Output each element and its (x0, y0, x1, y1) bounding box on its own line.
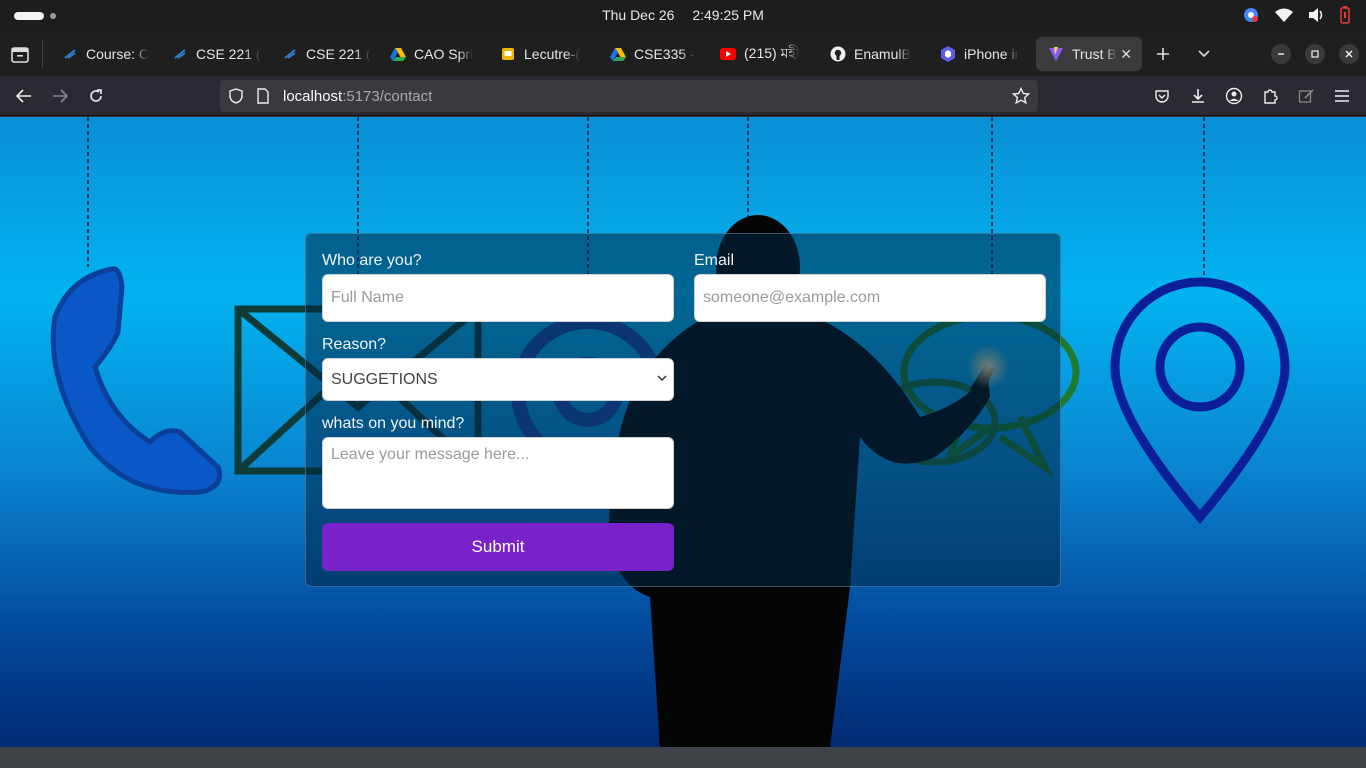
tab-cse335[interactable]: CSE335 - (598, 37, 708, 71)
submit-button[interactable]: Submit (322, 523, 674, 571)
downloads-icon[interactable] (1186, 84, 1210, 108)
navigation-toolbar: localhost:5173/contact (0, 76, 1366, 116)
tab-label: iPhone ir (964, 46, 1020, 62)
course-icon (62, 46, 78, 62)
back-arrow-icon[interactable] (12, 84, 36, 108)
reason-select[interactable]: SUGGETIONS (322, 358, 674, 401)
clock-date: Thu Dec 26 (602, 7, 675, 23)
course-icon (172, 46, 188, 62)
email-label: Email (694, 252, 735, 269)
volume-icon[interactable] (1308, 7, 1326, 23)
tab-label: CAO Spri (414, 46, 474, 62)
tab-youtube[interactable]: (215) মহী (708, 37, 818, 71)
reason-selected-value: SUGGETIONS (331, 370, 438, 388)
google-drive-icon (390, 46, 406, 62)
tab-label: (215) মহী (744, 45, 800, 61)
tab-label: Lecutre-( (524, 46, 581, 62)
youtube-icon (720, 46, 736, 62)
message-label: whats on you mind? (322, 415, 465, 432)
extensions-puzzle-icon[interactable] (1258, 84, 1282, 108)
message-textarea[interactable] (322, 437, 674, 509)
battery-icon[interactable] (1340, 6, 1350, 24)
hexagon-icon (940, 46, 956, 62)
system-clock[interactable]: Thu Dec 26 2:49:25 PM (0, 7, 1366, 23)
forward-arrow-icon[interactable] (48, 84, 72, 108)
email-input[interactable] (694, 274, 1046, 322)
google-drive-icon (610, 46, 626, 62)
maximize-window-icon[interactable] (1305, 44, 1325, 64)
tab-github[interactable]: EnamulB (818, 37, 928, 71)
hamburger-menu-icon[interactable] (1330, 84, 1354, 108)
name-label: Who are you? (322, 252, 422, 269)
reason-label: Reason? (322, 336, 387, 353)
tab-label: CSE335 - (634, 46, 695, 62)
account-icon[interactable] (1222, 84, 1246, 108)
contact-page: Who are you? Email Reason? SUGGETIONS wh… (0, 117, 1366, 747)
tab-course[interactable]: Course: C (50, 37, 156, 71)
contact-form-card: Who are you? Email Reason? SUGGETIONS wh… (305, 233, 1061, 587)
system-top-bar: Thu Dec 26 2:49:25 PM (0, 0, 1366, 32)
url-text[interactable]: localhost:5173/contact (283, 88, 432, 105)
phone-handset-icon (50, 266, 222, 495)
close-tab-icon[interactable]: ✕ (1120, 46, 1132, 63)
system-tray[interactable] (1242, 6, 1350, 24)
address-bar[interactable]: localhost:5173/contact (220, 80, 1038, 112)
tab-lecture[interactable]: Lecutre-( (488, 37, 598, 71)
close-window-icon[interactable] (1339, 44, 1359, 64)
browser-tab-strip: Course: C CSE 221 ( CSE 221 ( CAO Spri L… (0, 32, 1366, 76)
tracking-shield-icon[interactable] (228, 88, 244, 104)
clock-time: 2:49:25 PM (692, 7, 764, 23)
window-bottom-edge (0, 747, 1366, 768)
minimize-window-icon[interactable] (1271, 44, 1291, 64)
github-icon (830, 46, 846, 62)
vite-icon (1048, 46, 1064, 62)
firefox-view-icon[interactable] (8, 42, 32, 66)
tab-strip-separator (42, 40, 43, 68)
list-tabs-chevron-down-icon[interactable] (1192, 42, 1216, 66)
tab-cse221-a[interactable]: CSE 221 ( (160, 37, 266, 71)
bookmark-star-icon[interactable] (1012, 87, 1030, 105)
course-icon (282, 46, 298, 62)
page-info-icon[interactable] (256, 88, 270, 104)
tab-label: CSE 221 ( (306, 46, 371, 62)
location-pin-icon (1110, 277, 1290, 524)
tab-label: Trust B (1072, 46, 1117, 62)
pocket-icon[interactable] (1150, 84, 1174, 108)
full-name-input[interactable] (322, 274, 674, 322)
url-host: localhost (283, 88, 343, 105)
edit-pencil-icon[interactable] (1294, 84, 1318, 108)
tab-label: Course: C (86, 46, 150, 62)
chevron-down-icon (657, 375, 667, 382)
new-tab-icon[interactable] (1151, 42, 1175, 66)
google-slides-icon (500, 46, 516, 62)
tab-cse221-b[interactable]: CSE 221 ( (270, 37, 376, 71)
tab-label: EnamulB (854, 46, 911, 62)
chrome-profile-icon[interactable] (1242, 6, 1260, 24)
tab-label: CSE 221 ( (196, 46, 261, 62)
reload-icon[interactable] (84, 84, 108, 108)
tab-cao-spring[interactable]: CAO Spri (378, 37, 488, 71)
wifi-icon[interactable] (1274, 7, 1294, 23)
tab-iphone[interactable]: iPhone ir (928, 37, 1034, 71)
tab-trust-active[interactable]: Trust B ✕ (1036, 37, 1142, 71)
url-path: :5173/contact (342, 88, 433, 105)
